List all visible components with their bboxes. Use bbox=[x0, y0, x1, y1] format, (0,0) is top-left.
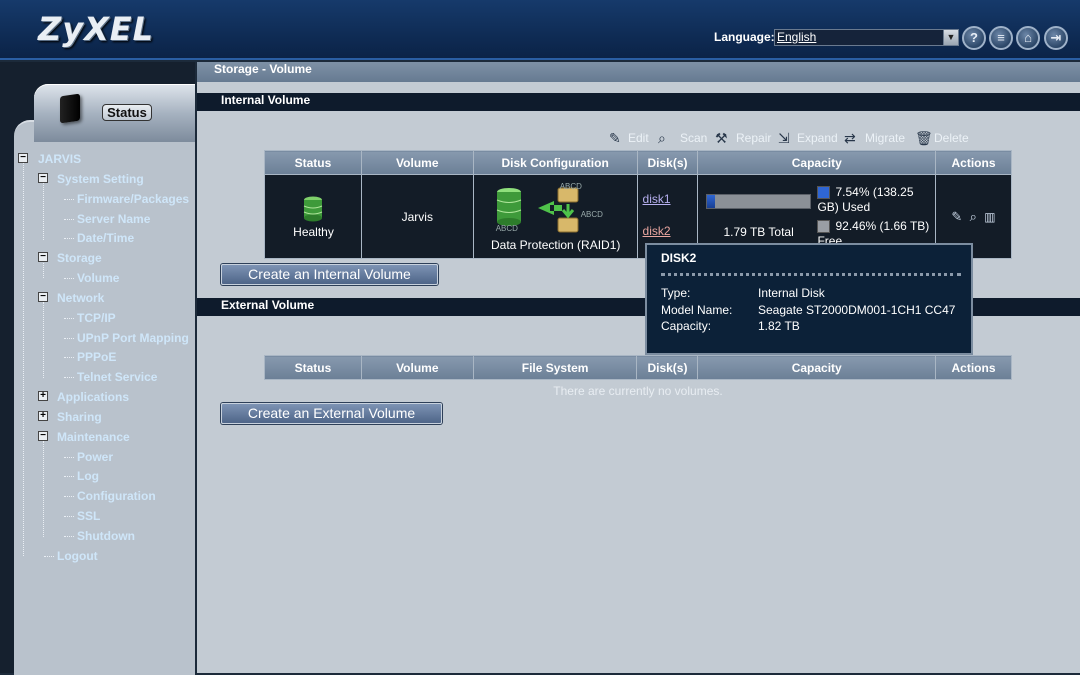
tree-item-date-time[interactable]: Date/Time bbox=[77, 231, 134, 245]
notes-icon[interactable]: ≡ bbox=[989, 26, 1013, 50]
create-internal-volume-button[interactable]: Create an Internal Volume bbox=[221, 264, 438, 285]
delete-icon[interactable]: 🗑 bbox=[915, 131, 933, 145]
tooltip-separator bbox=[661, 273, 961, 276]
collapse-icon[interactable]: − bbox=[38, 252, 48, 262]
tree-item-applications[interactable]: Applications bbox=[57, 390, 129, 404]
col-disks: Disk(s) bbox=[636, 150, 699, 175]
disk-config-cell: ABCD ABCD ABCD Data Protection (RAID1) bbox=[472, 174, 638, 259]
abcd-label: ABCD bbox=[580, 209, 603, 219]
col-status: Status bbox=[264, 355, 362, 380]
tree-item-system-setting[interactable]: System Setting bbox=[57, 172, 144, 186]
repair-icon[interactable]: ⚒ bbox=[715, 131, 731, 145]
type-label: Type: bbox=[661, 286, 691, 300]
language-value: English bbox=[777, 30, 817, 44]
capacity-total: 1.79 TB Total bbox=[723, 224, 794, 239]
tree-item-maintenance[interactable]: Maintenance bbox=[57, 430, 130, 444]
col-volume: Volume bbox=[360, 150, 474, 175]
home-icon[interactable]: ⌂ bbox=[1016, 26, 1040, 50]
scan-icon[interactable]: ⌕ bbox=[658, 131, 674, 145]
col-actions: Actions bbox=[935, 150, 1012, 175]
col-actions: Actions bbox=[935, 355, 1012, 380]
collapse-icon[interactable]: − bbox=[18, 153, 28, 163]
expand-icon[interactable]: + bbox=[38, 391, 48, 401]
internal-volume-header: Internal Volume bbox=[197, 93, 1080, 111]
capacity-bar bbox=[706, 193, 812, 209]
external-volume-table: Status Volume File System Disk(s) Capaci… bbox=[264, 355, 1012, 380]
tree-item-volume[interactable]: Volume bbox=[77, 271, 119, 285]
disk-config-label: Data Protection (RAID1) bbox=[491, 237, 621, 252]
repair-action[interactable]: Repair bbox=[736, 131, 771, 145]
breadcrumb: Storage - Volume bbox=[197, 62, 1080, 82]
tree-item-log[interactable]: Log bbox=[77, 469, 99, 483]
tree-item-telnet[interactable]: Telnet Service bbox=[77, 370, 157, 384]
col-file-system: File System bbox=[472, 355, 638, 380]
col-disks: Disk(s) bbox=[636, 355, 699, 380]
disk2-tooltip: DISK2 Type: Internal Disk Model Name: Se… bbox=[645, 243, 973, 355]
status-label: Status bbox=[102, 104, 152, 121]
tree-item-upnp[interactable]: UPnP Port Mapping bbox=[77, 331, 189, 345]
tree-item-storage[interactable]: Storage bbox=[57, 251, 102, 265]
edit-action[interactable]: Edit bbox=[628, 131, 649, 145]
migrate-icon[interactable]: ⇄ bbox=[844, 131, 860, 145]
chevron-down-icon[interactable]: ▼ bbox=[943, 30, 958, 45]
scan-action[interactable]: Scan bbox=[680, 131, 707, 145]
tree-item-server-name[interactable]: Server Name bbox=[77, 212, 150, 226]
logout-icon[interactable]: ⇥ bbox=[1044, 26, 1068, 50]
tooltip-title: DISK2 bbox=[661, 251, 697, 265]
create-external-volume-button[interactable]: Create an External Volume bbox=[221, 403, 442, 424]
expand-action[interactable]: Expand bbox=[797, 131, 838, 145]
disk2-link[interactable]: disk2 bbox=[643, 224, 671, 238]
help-icon[interactable]: ? bbox=[962, 26, 986, 50]
tree-item-logout[interactable]: Logout bbox=[57, 549, 98, 563]
tree-item-power[interactable]: Power bbox=[77, 450, 113, 464]
tree-item-ssl[interactable]: SSL bbox=[77, 509, 100, 523]
tree-item-pppoe[interactable]: PPPoE bbox=[77, 350, 116, 364]
collapse-icon[interactable]: − bbox=[38, 292, 48, 302]
collapse-icon[interactable]: − bbox=[38, 173, 48, 183]
main-content: Storage - Volume Internal Volume ✎ Edit … bbox=[197, 62, 1080, 673]
model-label: Model Name: bbox=[661, 303, 733, 317]
tree-root-jarvis[interactable]: JARVIS bbox=[38, 152, 81, 166]
language-label: Language: bbox=[714, 30, 775, 44]
top-header: ZyXEL Language: English ▼ ? ≡ ⌂ ⇥ bbox=[0, 0, 1080, 60]
scan-icon[interactable]: ⌕ bbox=[970, 209, 977, 224]
col-volume: Volume bbox=[360, 355, 474, 380]
tree-item-tcpip[interactable]: TCP/IP bbox=[77, 311, 116, 325]
language-select[interactable]: English ▼ bbox=[774, 29, 959, 46]
database-healthy-icon bbox=[303, 196, 323, 221]
model-value: Seagate ST2000DM001-1CH1 CC47 bbox=[758, 303, 956, 317]
delete-icon[interactable]: ▥ bbox=[984, 210, 995, 224]
type-value: Internal Disk bbox=[758, 286, 825, 300]
migrate-action[interactable]: Migrate bbox=[865, 131, 905, 145]
tree-item-shutdown[interactable]: Shutdown bbox=[77, 529, 135, 543]
expand-icon[interactable]: ⇲ bbox=[778, 131, 794, 145]
capacity-used-text: 7.54% (138.25 GB) Used bbox=[817, 184, 914, 214]
col-status: Status bbox=[264, 150, 362, 175]
delete-action[interactable]: Delete bbox=[934, 131, 969, 145]
collapse-icon[interactable]: − bbox=[38, 431, 48, 441]
col-capacity: Capacity bbox=[697, 150, 937, 175]
expand-icon[interactable]: + bbox=[38, 411, 48, 421]
tree-item-firmware[interactable]: Firmware/Packages bbox=[77, 192, 189, 206]
capacity-used-fill bbox=[707, 194, 716, 208]
status-tab[interactable]: Status bbox=[34, 84, 195, 142]
tree-item-configuration[interactable]: Configuration bbox=[77, 489, 156, 503]
status-cell: Healthy bbox=[264, 174, 362, 259]
volume-name: Jarvis bbox=[360, 174, 474, 259]
col-capacity: Capacity bbox=[697, 355, 937, 380]
tree-item-sharing[interactable]: Sharing bbox=[57, 410, 102, 424]
abcd-label: ABCD bbox=[559, 181, 582, 191]
edit-icon[interactable]: ✎ bbox=[951, 209, 962, 224]
empty-state-text: There are currently no volumes. bbox=[553, 384, 723, 398]
col-disk-configuration: Disk Configuration bbox=[472, 150, 638, 175]
status-healthy: Healthy bbox=[293, 224, 334, 239]
disk1-link[interactable]: disk1 bbox=[643, 192, 671, 206]
edit-icon[interactable]: ✎ bbox=[609, 131, 625, 145]
capacity-value: 1.82 TB bbox=[758, 319, 800, 333]
capacity-label: Capacity: bbox=[661, 319, 712, 333]
zyxel-logo: ZyXEL bbox=[38, 10, 154, 48]
abcd-label: ABCD bbox=[495, 223, 518, 233]
tree-item-network[interactable]: Network bbox=[57, 291, 104, 305]
nas-device-icon bbox=[60, 93, 80, 124]
